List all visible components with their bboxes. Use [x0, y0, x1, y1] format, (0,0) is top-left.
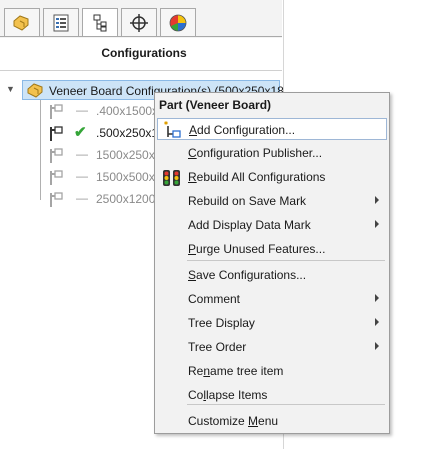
- tab-property-manager[interactable]: [43, 8, 79, 36]
- menu-item-label: Rebuild All Configurations: [188, 170, 326, 184]
- menu-separator: [187, 260, 385, 261]
- submenu-arrow-icon: [375, 342, 379, 350]
- section-title: Configurations: [101, 46, 187, 60]
- traffic-light-icon: [162, 168, 182, 191]
- menu-item[interactable]: Tree Order: [157, 336, 387, 358]
- inactive-dash: —: [76, 103, 88, 117]
- context-menu: Part (Veneer Board) Add Configuration...…: [154, 92, 390, 434]
- tab-dimxpert-manager[interactable]: [121, 8, 157, 36]
- menu-item[interactable]: Configuration Publisher...: [157, 142, 387, 164]
- menu-item-label: Collapse Items: [188, 388, 268, 402]
- configuration-label: 2500x1200x: [96, 192, 162, 206]
- menu-item-label: Tree Display: [188, 316, 255, 330]
- menu-item[interactable]: Purge Unused Features...: [157, 238, 387, 260]
- configuration-icon: [50, 170, 63, 185]
- part-icon: [27, 83, 43, 98]
- menu-item[interactable]: Tree Display: [157, 312, 387, 334]
- menu-item[interactable]: Rename tree item: [157, 360, 387, 382]
- configuration-label: .400x1500x: [96, 104, 159, 118]
- tree-expander-icon[interactable]: ▼: [6, 84, 15, 94]
- add-configuration-icon: [163, 121, 183, 142]
- menu-item[interactable]: Rebuild on Save Mark: [157, 190, 387, 212]
- active-check-icon: ✔: [74, 124, 87, 141]
- menu-item-label: Add Display Data Mark: [188, 218, 311, 232]
- dimxpert-icon: [130, 13, 148, 32]
- inactive-dash: —: [76, 147, 88, 161]
- menu-item-label: Tree Order: [188, 340, 247, 354]
- configuration-icon: [50, 148, 63, 163]
- inactive-dash: —: [76, 191, 88, 205]
- menu-item-label: Purge Unused Features...: [188, 242, 326, 256]
- submenu-arrow-icon: [375, 196, 379, 204]
- menu-item[interactable]: Comment: [157, 288, 387, 310]
- configuration-icon: [50, 126, 63, 141]
- menu-item[interactable]: Rebuild All Configurations: [157, 166, 387, 188]
- configuration-icon: [50, 104, 63, 119]
- feature-manager-icon: [13, 14, 29, 31]
- menu-item-label: Save Configurations...: [188, 268, 307, 282]
- menu-item-label: Customize Menu: [188, 414, 279, 428]
- configuration-manager-icon: [93, 14, 107, 31]
- manager-tab-bar: [0, 0, 282, 38]
- configuration-icon: [50, 192, 63, 207]
- tab-configuration-manager[interactable]: [82, 8, 118, 36]
- submenu-arrow-icon: [375, 294, 379, 302]
- inactive-dash: —: [76, 169, 88, 183]
- menu-item-label: Rename tree item: [188, 364, 284, 378]
- tab-display-manager[interactable]: [160, 8, 196, 36]
- property-manager-icon: [53, 14, 69, 31]
- tab-bar-baseline: [0, 36, 282, 37]
- menu-item[interactable]: Add Display Data Mark: [157, 214, 387, 236]
- tab-feature-manager[interactable]: [4, 8, 40, 36]
- menu-item[interactable]: Customize Menu: [157, 410, 387, 432]
- submenu-arrow-icon: [375, 318, 379, 326]
- menu-item-label: Add Configuration...: [189, 123, 296, 137]
- menu-item-label: Comment: [188, 292, 241, 306]
- section-divider: [0, 70, 282, 71]
- tree-connector: [40, 100, 41, 200]
- display-manager-icon: [169, 14, 187, 31]
- menu-item-label: Configuration Publisher...: [188, 146, 323, 160]
- configuration-label: .500x250x1: [96, 126, 159, 140]
- menu-item[interactable]: Collapse Items: [157, 384, 387, 406]
- configuration-label: 1500x250x1: [96, 148, 162, 162]
- submenu-arrow-icon: [375, 220, 379, 228]
- menu-item[interactable]: Add Configuration...: [157, 118, 387, 140]
- menu-item[interactable]: Save Configurations...: [157, 264, 387, 286]
- configuration-label: 1500x500x1: [96, 170, 162, 184]
- menu-item-label: Rebuild on Save Mark: [188, 194, 307, 208]
- context-menu-header: Part (Veneer Board): [159, 98, 272, 112]
